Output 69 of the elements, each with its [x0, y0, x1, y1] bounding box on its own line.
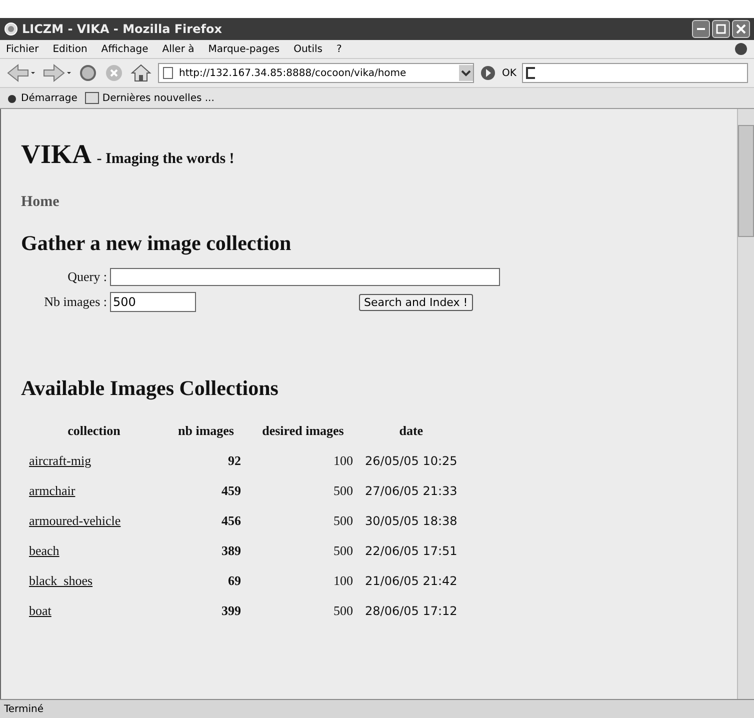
- site-title: VIKA: [21, 139, 90, 169]
- dropdown-icon[interactable]: [459, 65, 473, 81]
- bookmark-item[interactable]: Dernières nouvelles ...: [85, 92, 214, 104]
- menu-item[interactable]: Outils: [294, 44, 322, 54]
- nb-images-field[interactable]: 500: [110, 292, 196, 312]
- collection-link[interactable]: armchair: [29, 482, 76, 498]
- table-cell-text: 500: [332, 542, 354, 560]
- table-cell-text: 389: [220, 542, 242, 560]
- table-cell-text: 92: [227, 452, 242, 470]
- table-cell-text: 28/06/05 17:12: [364, 602, 458, 620]
- menu-item[interactable]: Edition: [52, 44, 88, 54]
- collection-link[interactable]: boat: [29, 602, 52, 618]
- forward-icon[interactable]: [42, 63, 72, 83]
- table-cell-text: 27/06/05 21:33: [364, 482, 458, 500]
- table-cell-text: 500: [332, 482, 354, 500]
- collection-link[interactable]: black_shoes: [29, 572, 93, 588]
- minimize-button[interactable]: [692, 20, 710, 38]
- menu-item[interactable]: Aller à: [162, 44, 194, 54]
- column-header: desired images: [261, 422, 345, 440]
- table-cell-text: 21/06/05 21:42: [364, 572, 458, 590]
- query-label: Query :: [66, 269, 107, 285]
- site-subtitle: - Imaging the words !: [96, 151, 234, 167]
- column-header: collection: [66, 422, 122, 440]
- table-cell-text: 22/06/05 17:51: [364, 542, 458, 560]
- bookmark-item[interactable]: Démarrage: [6, 92, 78, 104]
- table-cell-text: 30/05/05 18:38: [364, 512, 458, 530]
- collection-link[interactable]: armoured-vehicle: [29, 512, 121, 528]
- maximize-icon: [716, 24, 726, 34]
- status-text: Terminé: [4, 704, 44, 714]
- menu-item[interactable]: ?: [336, 44, 342, 54]
- browser-logo-icon: [4, 22, 18, 36]
- query-field[interactable]: [110, 268, 500, 286]
- table-cell-text: 399: [220, 602, 242, 620]
- window-title: LICZM - VIKA - Mozilla Firefox: [22, 22, 222, 36]
- scrollbar[interactable]: [737, 109, 754, 699]
- table-cell-text: 26/05/05 10:25: [364, 452, 458, 470]
- maximize-button[interactable]: [712, 20, 730, 38]
- table-cell-text: 69: [227, 572, 242, 590]
- throbber-icon: [734, 42, 748, 56]
- search-field[interactable]: [522, 63, 748, 83]
- nb-images-label: Nb images :: [43, 294, 107, 310]
- back-icon[interactable]: [6, 63, 36, 83]
- menu-item[interactable]: Affichage: [101, 44, 148, 54]
- table-cell-text: 456: [220, 512, 242, 530]
- table-cell-text: 459: [220, 482, 242, 500]
- address-field[interactable]: http://132.167.34.85:8888/cocoon/vika/home: [158, 63, 474, 83]
- feed-icon: [85, 92, 100, 104]
- table-cell-text: 100: [332, 452, 354, 470]
- page-icon: [163, 67, 173, 79]
- table-cell-text: 100: [332, 572, 354, 590]
- collection-link[interactable]: aircraft-mig: [29, 452, 92, 468]
- menu-item[interactable]: Marque-pages: [208, 44, 280, 54]
- home-link[interactable]: Home: [21, 194, 719, 211]
- section-heading: Available Images Collections: [21, 376, 280, 401]
- go-icon[interactable]: [480, 65, 496, 81]
- search-and-index-button[interactable]: Search and Index !: [359, 294, 473, 310]
- close-button[interactable]: [732, 20, 750, 38]
- collection-link[interactable]: beach: [29, 542, 60, 558]
- section-heading: Gather a new image collection: [21, 231, 292, 256]
- column-header: date: [398, 422, 424, 440]
- reload-icon[interactable]: [78, 63, 98, 83]
- table-cell-text: 500: [332, 512, 354, 530]
- go-button[interactable]: OK: [502, 68, 516, 78]
- menu-item[interactable]: Fichier: [6, 44, 39, 54]
- column-header: nb images: [177, 422, 235, 440]
- close-icon: [736, 24, 746, 34]
- table-cell-text: 500: [332, 602, 354, 620]
- minimize-icon: [697, 28, 705, 30]
- home-icon[interactable]: [130, 63, 152, 83]
